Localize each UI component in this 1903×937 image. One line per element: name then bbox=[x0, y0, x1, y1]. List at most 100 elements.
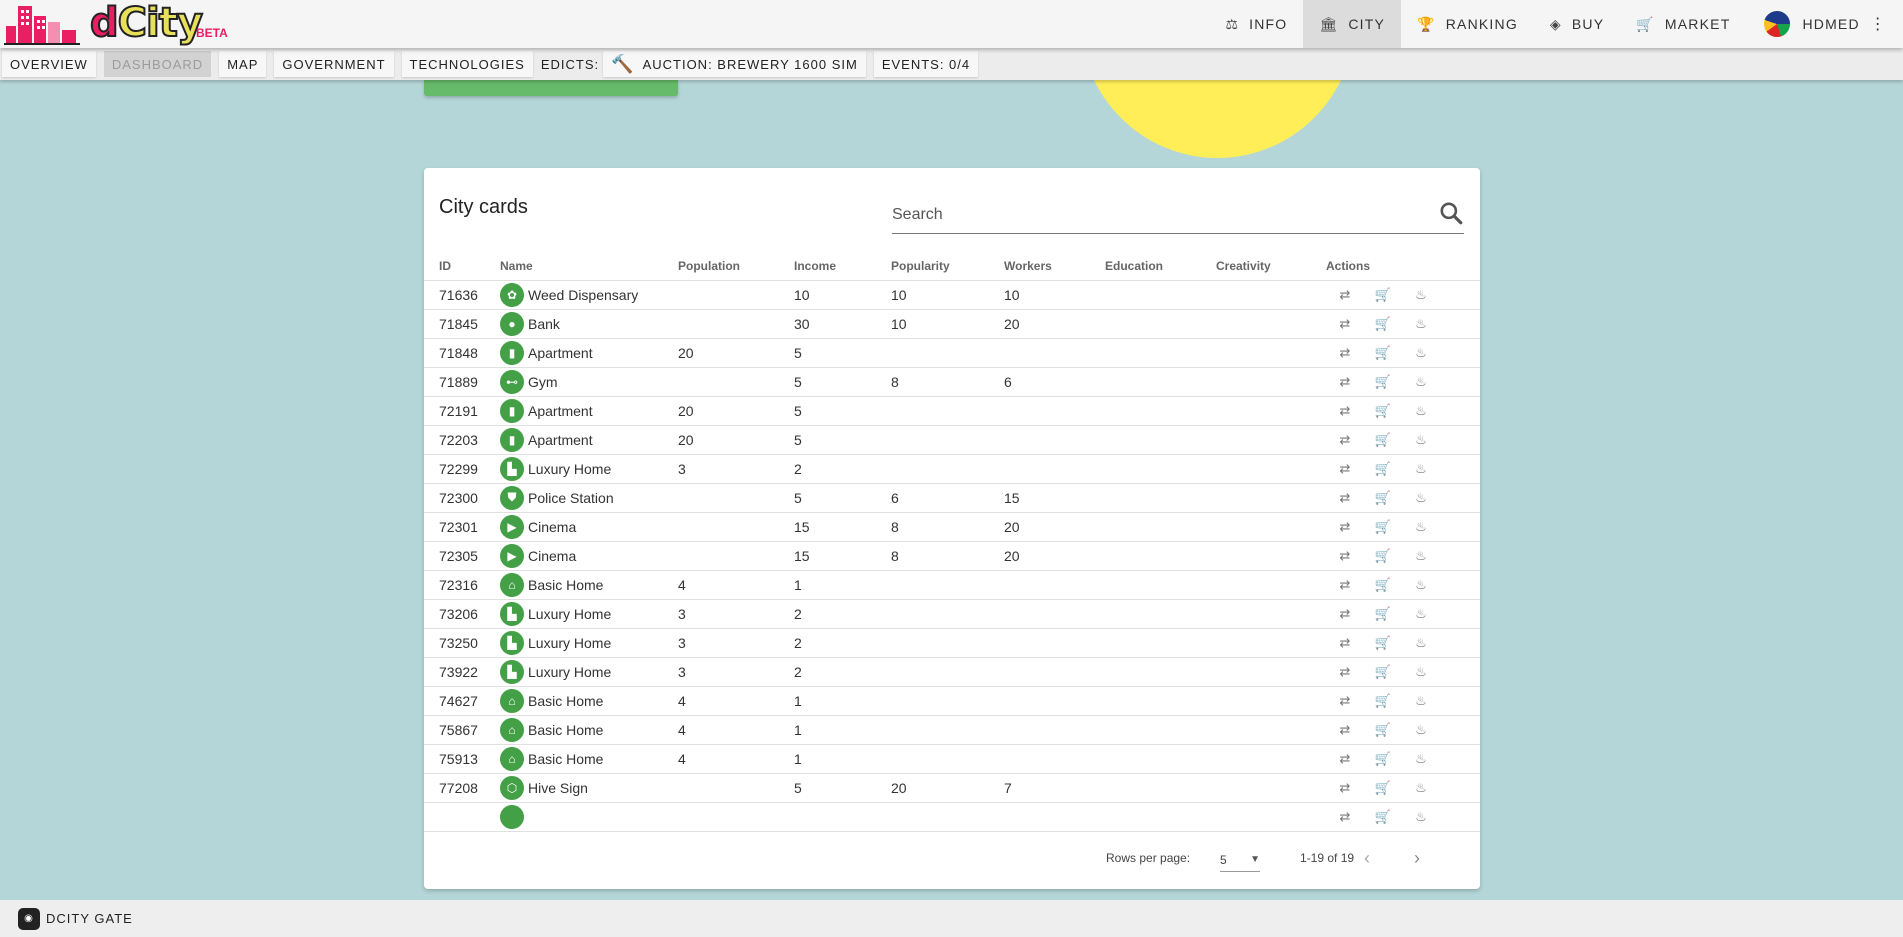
next-page-icon[interactable]: › bbox=[1414, 848, 1420, 869]
cell-income: 5 bbox=[794, 425, 891, 455]
transfer-icon[interactable]: ⇄ bbox=[1326, 519, 1364, 535]
transfer-icon[interactable]: ⇄ bbox=[1326, 316, 1364, 332]
transfer-icon[interactable]: ⇄ bbox=[1326, 287, 1364, 303]
cart-icon[interactable]: 🛒 bbox=[1364, 432, 1402, 448]
events-button[interactable]: EVENTS: 0/4 bbox=[873, 51, 979, 77]
cart-icon[interactable]: 🛒 bbox=[1364, 345, 1402, 361]
home-icon: ⌂ bbox=[500, 746, 524, 771]
cell-workers: 20 bbox=[1004, 309, 1105, 339]
transfer-icon[interactable]: ⇄ bbox=[1326, 577, 1364, 593]
cart-icon[interactable]: 🛒 bbox=[1364, 722, 1402, 738]
nav-ranking[interactable]: 🏆 RANKING bbox=[1401, 0, 1534, 48]
transfer-icon[interactable]: ⇄ bbox=[1326, 490, 1364, 506]
prev-page-icon[interactable]: ‹ bbox=[1364, 848, 1370, 869]
transfer-icon[interactable]: ⇄ bbox=[1326, 461, 1364, 477]
map-button[interactable]: MAP bbox=[219, 51, 267, 77]
cart-icon[interactable]: 🛒 bbox=[1364, 693, 1402, 709]
burn-icon[interactable]: ♨ bbox=[1402, 577, 1440, 593]
cart-icon[interactable]: 🛒 bbox=[1364, 577, 1402, 593]
burn-icon[interactable]: ♨ bbox=[1402, 432, 1440, 448]
burn-icon[interactable]: ♨ bbox=[1402, 606, 1440, 622]
cart-icon[interactable]: 🛒 bbox=[1364, 403, 1402, 419]
auction-button[interactable]: 🔨 AUCTION: BREWERY 1600 SIM bbox=[603, 51, 866, 77]
cell-creativity bbox=[1216, 628, 1326, 658]
transfer-icon[interactable]: ⇄ bbox=[1326, 635, 1364, 651]
nav-market[interactable]: 🛒 MARKET bbox=[1620, 0, 1746, 48]
burn-icon[interactable]: ♨ bbox=[1402, 751, 1440, 767]
burn-icon[interactable]: ♨ bbox=[1402, 519, 1440, 535]
government-button[interactable]: GOVERNMENT bbox=[274, 51, 394, 77]
cart-icon[interactable]: 🛒 bbox=[1364, 374, 1402, 390]
dcity-gate-link[interactable]: DCITY GATE bbox=[46, 911, 133, 926]
burn-icon[interactable]: ♨ bbox=[1402, 635, 1440, 651]
transfer-icon[interactable]: ⇄ bbox=[1326, 345, 1364, 361]
search-icon[interactable] bbox=[1438, 200, 1464, 226]
burn-icon[interactable]: ♨ bbox=[1402, 809, 1440, 825]
nav-city[interactable]: 🏛 CITY bbox=[1303, 0, 1402, 48]
transfer-icon[interactable]: ⇄ bbox=[1326, 606, 1364, 622]
burn-icon[interactable]: ♨ bbox=[1402, 548, 1440, 564]
burn-icon[interactable]: ♨ bbox=[1402, 287, 1440, 303]
col-education[interactable]: Education bbox=[1105, 252, 1216, 281]
col-popularity[interactable]: Popularity bbox=[891, 252, 1004, 281]
search-input[interactable] bbox=[892, 200, 1422, 230]
cell-income: 5 bbox=[794, 338, 891, 368]
burn-icon[interactable]: ♨ bbox=[1402, 403, 1440, 419]
city-cards-panel: City cards ID Name Population Income Pop… bbox=[424, 168, 1480, 889]
villa-icon: ▙ bbox=[500, 630, 524, 655]
rows-per-page-select[interactable]: 5 ▼ bbox=[1220, 848, 1260, 872]
transfer-icon[interactable]: ⇄ bbox=[1326, 751, 1364, 767]
transfer-icon[interactable]: ⇄ bbox=[1326, 809, 1364, 825]
burn-icon[interactable]: ♨ bbox=[1402, 374, 1440, 390]
transfer-icon[interactable]: ⇄ bbox=[1326, 664, 1364, 680]
burn-icon[interactable]: ♨ bbox=[1402, 316, 1440, 332]
page-range: 1-19 of 19 bbox=[1300, 851, 1355, 865]
cart-icon[interactable]: 🛒 bbox=[1364, 809, 1402, 825]
table-row: 72301 ▶ Cinema 15 8 20 ⇄ 🛒 ♨ bbox=[424, 512, 1480, 542]
nav-buy[interactable]: ◈ BUY bbox=[1534, 0, 1620, 48]
col-workers[interactable]: Workers bbox=[1004, 252, 1105, 281]
transfer-icon[interactable]: ⇄ bbox=[1326, 693, 1364, 709]
cell-population: 3 bbox=[678, 599, 794, 629]
cart-icon[interactable]: 🛒 bbox=[1364, 606, 1402, 622]
cell-name: ▶ Cinema bbox=[500, 512, 678, 542]
cell-creativity bbox=[1216, 280, 1326, 310]
transfer-icon[interactable]: ⇄ bbox=[1326, 403, 1364, 419]
col-population[interactable]: Population bbox=[678, 252, 794, 281]
cart-icon[interactable]: 🛒 bbox=[1364, 635, 1402, 651]
burn-icon[interactable]: ♨ bbox=[1402, 345, 1440, 361]
more-vert-icon[interactable]: ⋮ bbox=[1870, 14, 1887, 34]
nav-info[interactable]: ⚖ INFO bbox=[1209, 0, 1303, 48]
transfer-icon[interactable]: ⇄ bbox=[1326, 374, 1364, 390]
cart-icon[interactable]: 🛒 bbox=[1364, 519, 1402, 535]
burn-icon[interactable]: ♨ bbox=[1402, 693, 1440, 709]
burn-icon[interactable]: ♨ bbox=[1402, 461, 1440, 477]
col-income[interactable]: Income bbox=[794, 252, 891, 281]
overview-button[interactable]: OVERVIEW bbox=[2, 51, 96, 77]
transfer-icon[interactable]: ⇄ bbox=[1326, 780, 1364, 796]
cell-workers bbox=[1004, 744, 1105, 774]
col-id[interactable]: ID bbox=[424, 252, 500, 281]
cart-icon[interactable]: 🛒 bbox=[1364, 490, 1402, 506]
cart-icon[interactable]: 🛒 bbox=[1364, 780, 1402, 796]
burn-icon[interactable]: ♨ bbox=[1402, 722, 1440, 738]
cart-icon[interactable]: 🛒 bbox=[1364, 461, 1402, 477]
burn-icon[interactable]: ♨ bbox=[1402, 490, 1440, 506]
burn-icon[interactable]: ♨ bbox=[1402, 780, 1440, 796]
discord-icon[interactable]: ◉ bbox=[18, 907, 40, 930]
cart-icon[interactable]: 🛒 bbox=[1364, 751, 1402, 767]
col-name[interactable]: Name bbox=[500, 252, 678, 281]
cart-icon[interactable]: 🛒 bbox=[1364, 664, 1402, 680]
cell-education bbox=[1105, 483, 1216, 513]
burn-icon[interactable]: ♨ bbox=[1402, 664, 1440, 680]
cart-icon[interactable]: 🛒 bbox=[1364, 287, 1402, 303]
col-creativity[interactable]: Creativity bbox=[1216, 252, 1326, 281]
cart-icon[interactable]: 🛒 bbox=[1364, 316, 1402, 332]
user-menu[interactable]: HDMED ⋮ bbox=[1746, 0, 1903, 48]
transfer-icon[interactable]: ⇄ bbox=[1326, 548, 1364, 564]
dcity-logo[interactable]: dCity BETA bbox=[4, 0, 234, 48]
cart-icon[interactable]: 🛒 bbox=[1364, 548, 1402, 564]
technologies-button[interactable]: TECHNOLOGIES bbox=[401, 51, 533, 77]
transfer-icon[interactable]: ⇄ bbox=[1326, 722, 1364, 738]
transfer-icon[interactable]: ⇄ bbox=[1326, 432, 1364, 448]
